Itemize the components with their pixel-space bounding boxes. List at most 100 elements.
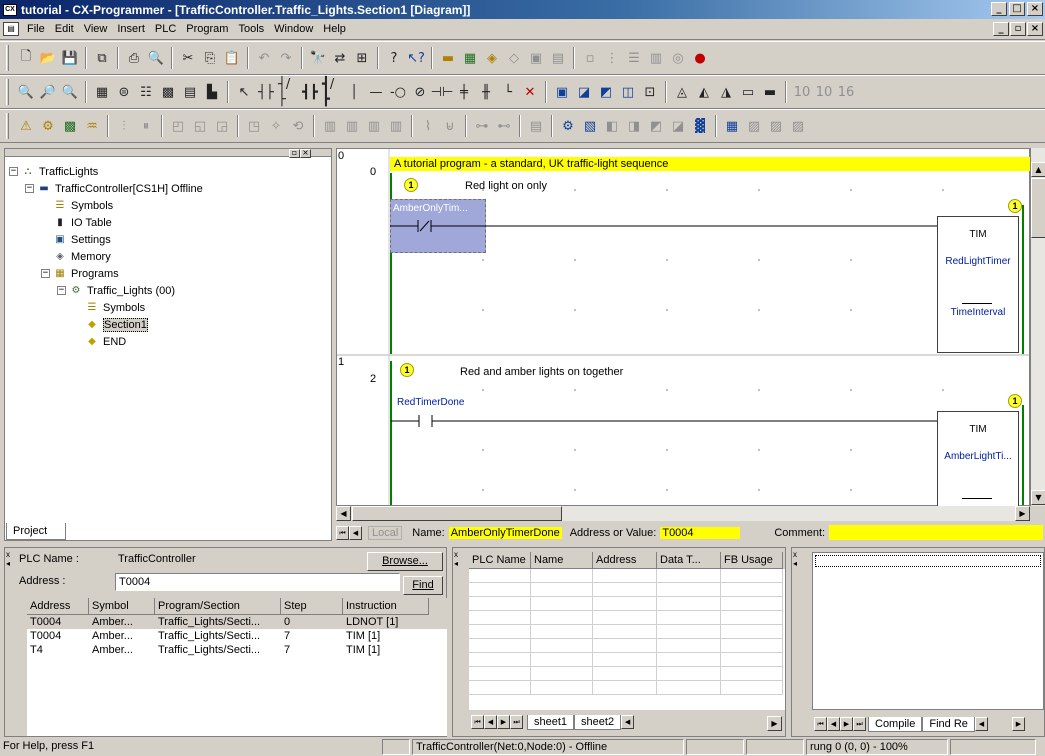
block-1-icon[interactable]: ▥ <box>320 116 340 136</box>
toolbar-disabled-4-icon[interactable]: ▥ <box>646 48 666 68</box>
plc-name-field[interactable]: TrafficController <box>115 551 385 569</box>
vertical-icon[interactable]: │ <box>344 82 364 102</box>
tree-item-trafficcontroller-cs1h-offline[interactable]: − ▬ TrafficController[CS1H] Offline <box>25 180 203 197</box>
tree-item-trafficlights[interactable]: − ⛬ TrafficLights <box>9 163 98 180</box>
monitoring-icon[interactable]: ◪ <box>574 82 594 102</box>
block-2-icon[interactable]: ▥ <box>342 116 362 136</box>
help-icon[interactable]: ? <box>384 48 404 68</box>
prev-icon[interactable]: ◀ <box>974 717 988 731</box>
symbol-insert-icon[interactable]: ⊷ <box>494 116 514 136</box>
mnemonic-icon[interactable]: ▙ <box>202 82 222 102</box>
redo-icon[interactable]: ↷ <box>276 48 296 68</box>
online-simulate-icon[interactable]: ▓ <box>690 116 710 136</box>
stop-icon[interactable]: ● <box>690 48 710 68</box>
nc-contact-icon[interactable]: ┤/├ <box>278 77 298 107</box>
column-header[interactable]: Step <box>281 598 343 615</box>
online-edit-send-icon[interactable]: ◱ <box>190 116 210 136</box>
pt-icon[interactable]: ╪ <box>454 82 474 102</box>
fb-icon[interactable]: ⌇ <box>418 116 438 136</box>
sync-4-icon[interactable]: ▨ <box>788 116 808 136</box>
comment-value[interactable] <box>829 525 1043 540</box>
io-table-tool-icon[interactable]: ▤ <box>526 116 546 136</box>
last-icon[interactable]: ⏭ <box>510 715 523 729</box>
online-icon[interactable]: ▣ <box>552 82 572 102</box>
transfer-from-plc-icon[interactable]: ◨ <box>624 116 644 136</box>
prev-icon[interactable]: ◀ <box>349 525 362 540</box>
next-icon[interactable]: ▶ <box>840 717 853 731</box>
hex-icon[interactable]: 16 <box>836 82 856 102</box>
tree-item-io-table[interactable]: ▮ IO Table <box>41 214 112 231</box>
data-trace-icon[interactable]: ✧ <box>266 116 286 136</box>
zoom-fit-icon[interactable]: 🔎 <box>38 82 58 102</box>
collapse-icon[interactable]: − <box>57 286 66 295</box>
scroll-right-icon[interactable]: ▶ <box>1015 506 1030 521</box>
output-text[interactable] <box>812 552 1044 710</box>
menu-insert[interactable]: Insert <box>112 21 150 37</box>
address-value[interactable]: T0004 <box>660 526 741 539</box>
nc-coil-icon[interactable]: ⊘ <box>410 82 430 102</box>
undo-icon[interactable]: ↶ <box>254 48 274 68</box>
tree-item-programs[interactable]: − ▦ Programs <box>41 265 119 282</box>
first-icon[interactable]: ⏮ <box>814 717 827 731</box>
menu-window[interactable]: Window <box>269 21 318 37</box>
no-contact-icon[interactable]: ┤├ <box>256 82 276 102</box>
nc-or-icon[interactable]: ┫/┣ <box>322 77 342 107</box>
prev-icon[interactable]: ◀ <box>484 715 497 729</box>
column-header[interactable]: Instruction <box>343 598 429 615</box>
column-header[interactable]: Name <box>531 552 593 569</box>
watch-grid[interactable]: PLC Name Name Address Data T... FB Usage <box>469 552 785 710</box>
rung-comment[interactable]: Red light on only <box>465 180 547 192</box>
menu-edit[interactable]: Edit <box>50 21 79 37</box>
binary-icon[interactable]: 10 <box>792 82 812 102</box>
collapse-icon[interactable]: − <box>25 184 34 193</box>
watch-row[interactable] <box>469 569 785 583</box>
menu-help[interactable]: Help <box>318 21 351 37</box>
close-button[interactable]: × <box>1027 2 1043 16</box>
cross-reference-icon[interactable]: ⊞ <box>352 48 372 68</box>
tree-item-symbols[interactable]: ☰ Symbols <box>73 299 146 316</box>
tim-block[interactable]: TIM AmberLightTi... <box>937 411 1019 506</box>
properties-icon[interactable]: ▣ <box>526 48 546 68</box>
dock-close-button[interactable]: × <box>300 149 311 158</box>
watch-row[interactable] <box>469 597 785 611</box>
hscroll-thumb[interactable] <box>352 506 562 521</box>
diagram-vscrollbar[interactable]: ▲ ▼ <box>1030 148 1045 506</box>
collapse-icon[interactable]: − <box>41 269 50 278</box>
local-toggle[interactable]: Local <box>368 525 403 540</box>
warning-icon[interactable]: ⚠ <box>16 116 36 136</box>
prev-icon[interactable]: ◀ <box>827 717 840 731</box>
block-4-icon[interactable]: ▥ <box>386 116 406 136</box>
menu-program[interactable]: Program <box>181 21 233 37</box>
browse-button[interactable]: Browse... <box>367 552 443 571</box>
select-icon[interactable]: ↖ <box>234 82 254 102</box>
toolbar-disabled-3-icon[interactable]: ☰ <box>624 48 644 68</box>
last-icon[interactable]: ⏭ <box>853 717 866 731</box>
tim-block[interactable]: TIM RedLightTimer TimeInterval <box>937 216 1019 353</box>
online-edit-begin-icon[interactable]: ◰ <box>168 116 188 136</box>
project-workspace-icon[interactable]: ▬ <box>438 48 458 68</box>
watch-row[interactable] <box>469 625 785 639</box>
toolbar-disabled-1-icon[interactable]: ▫ <box>580 48 600 68</box>
toolbar-disabled-2-icon[interactable]: ⋮ <box>602 48 622 68</box>
block-3-icon[interactable]: ▥ <box>364 116 384 136</box>
project-tab[interactable]: Project <box>6 523 66 540</box>
print-preview-icon[interactable]: 🔍 <box>146 48 166 68</box>
line-connect-icon[interactable]: └ <box>498 82 518 102</box>
name-value[interactable]: AmberOnlyTimerDone <box>448 526 562 539</box>
mdi-close-button[interactable]: × <box>1027 22 1043 36</box>
tree-item-end[interactable]: ◆ END <box>73 333 126 350</box>
print-icon[interactable]: ⎙ <box>124 48 144 68</box>
tree-item-memory[interactable]: ◈ Memory <box>41 248 111 265</box>
rung-comment[interactable]: Red and amber lights on together <box>460 366 623 378</box>
save-icon[interactable]: 💾 <box>60 48 80 68</box>
open-folder-icon[interactable]: 📂 <box>38 48 58 68</box>
show-comments-icon[interactable]: ⊜ <box>114 82 134 102</box>
menu-file[interactable]: File <box>22 21 50 37</box>
watch-row[interactable] <box>469 611 785 625</box>
address-reference-icon[interactable]: ◇ <box>504 48 524 68</box>
pause-icon[interactable]: ⏸ <box>136 116 156 136</box>
column-header[interactable]: FB Usage <box>721 552 783 569</box>
fb-instance-icon[interactable]: ⊌ <box>440 116 460 136</box>
rung-comment-icon[interactable]: ☷ <box>136 82 156 102</box>
transfer-icon[interactable]: ◫ <box>618 82 638 102</box>
